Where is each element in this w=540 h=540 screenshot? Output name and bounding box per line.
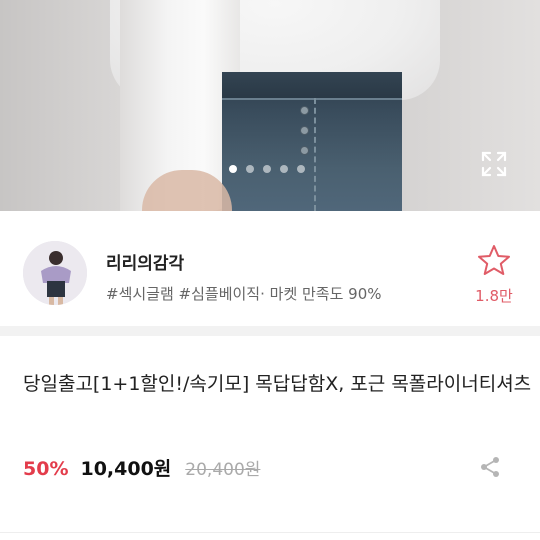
bottom-divider [0, 532, 540, 533]
gallery-dot-active[interactable] [229, 165, 237, 173]
gallery-dot[interactable] [246, 165, 254, 173]
shop-avatar[interactable] [23, 241, 87, 305]
shop-name[interactable]: 리리의감각 [106, 249, 184, 274]
section-divider [0, 326, 540, 336]
image-jeans-button [300, 146, 309, 155]
image-jeans-button [300, 126, 309, 135]
discount-rate: 50% [23, 458, 69, 480]
gallery-dot[interactable] [280, 165, 288, 173]
original-price: 20,400원 [185, 460, 261, 480]
shop-avatar-image [23, 241, 87, 305]
gallery-dot[interactable] [297, 165, 305, 173]
like-count: 1.8만 [475, 287, 513, 305]
shop-tags: #섹시글램 #심플베이직· 마켓 만족도 90% [106, 285, 382, 303]
gallery-dot[interactable] [263, 165, 271, 173]
star-outline-icon[interactable] [477, 244, 511, 276]
gallery-pagination [229, 165, 305, 173]
expand-icon[interactable] [481, 151, 507, 177]
price-row: 50% 10,400원 20,400원 [23, 454, 260, 484]
image-jeans-button [300, 106, 309, 115]
sale-price: 10,400원 [80, 458, 172, 480]
share-icon[interactable] [478, 455, 502, 479]
product-title: 당일출고[1+1할인!/속기모] 목답답함X, 포근 목폴라이너티셔츠 [23, 373, 532, 395]
image-background-left [0, 0, 120, 211]
product-image-gallery[interactable] [0, 0, 540, 211]
shop-info[interactable]: 리리의감각 #섹시글램 #심플베이직· 마켓 만족도 90% 1.8만 [0, 211, 540, 326]
image-jeans-fly [306, 98, 316, 211]
